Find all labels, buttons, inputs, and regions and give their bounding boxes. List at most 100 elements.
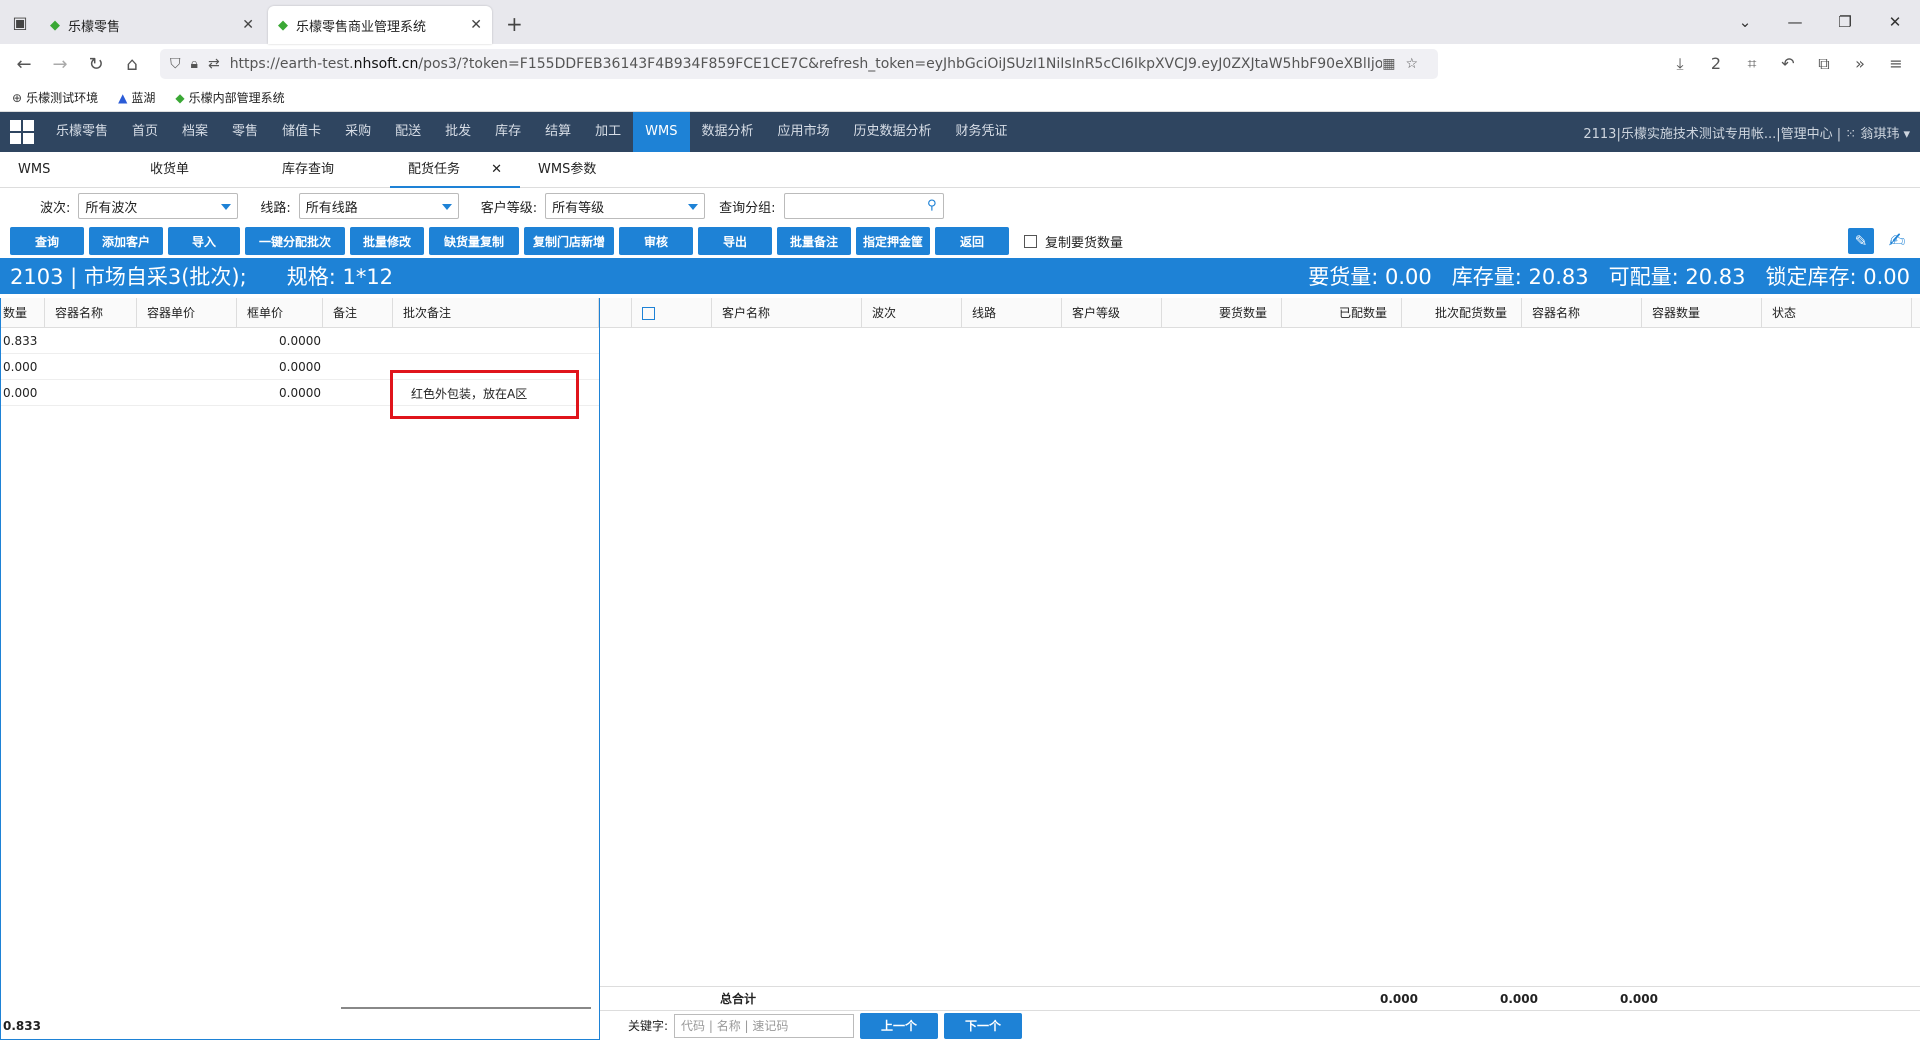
nav-menu-item[interactable]: WMS bbox=[633, 112, 690, 152]
extension-badge-icon[interactable]: 2 bbox=[1698, 54, 1734, 74]
nav-menu-item[interactable]: 历史数据分析 bbox=[842, 112, 944, 152]
column-header[interactable]: 要货数量 bbox=[1162, 298, 1282, 327]
nav-menu-item[interactable]: 加工 bbox=[583, 112, 633, 152]
column-header[interactable]: 已配数量 bbox=[1282, 298, 1402, 327]
edit-icon[interactable]: ✎ bbox=[1848, 228, 1874, 254]
tab-manager-icon[interactable]: ▣ bbox=[0, 0, 40, 44]
copy-demand-checkbox[interactable]: 复制要货数量 bbox=[1024, 232, 1123, 251]
back-icon[interactable]: ← bbox=[6, 54, 42, 75]
nav-menu-item[interactable]: 配送 bbox=[383, 112, 433, 152]
nav-menu-item[interactable]: 库存 bbox=[483, 112, 533, 152]
extensions-icon[interactable]: ⧉ bbox=[1806, 54, 1842, 74]
column-header[interactable]: 批次备注 bbox=[393, 298, 599, 327]
select-all-checkbox[interactable] bbox=[632, 298, 712, 327]
customer-level-select[interactable]: 所有等级 bbox=[545, 193, 706, 219]
search-icon[interactable]: ⚲ bbox=[927, 198, 937, 213]
action-button[interactable]: 指定押金筐 bbox=[856, 227, 930, 255]
tab-receipt[interactable]: 收货单 bbox=[100, 152, 260, 188]
edit-note-icon[interactable]: ✍ bbox=[1884, 228, 1910, 254]
url-text: https://earth-test.nhsoft.cn/pos3/?token… bbox=[229, 56, 1383, 72]
tab-wms-params[interactable]: WMS参数 bbox=[520, 152, 650, 188]
bookmark-item[interactable]: ◆ 乐檬内部管理系统 bbox=[175, 89, 284, 106]
forward-icon[interactable]: → bbox=[42, 54, 78, 75]
tab-title: 乐檬零售商业管理系统 bbox=[296, 19, 427, 35]
column-header[interactable]: 客户等级 bbox=[1062, 298, 1162, 327]
prev-button[interactable]: 上一个 bbox=[860, 1012, 939, 1039]
query-group-input[interactable]: ⚲ bbox=[783, 193, 944, 219]
more-tools-icon[interactable]: » bbox=[1842, 54, 1878, 74]
home-icon[interactable]: ⌂ bbox=[114, 54, 150, 75]
browser-tab-1[interactable]: ◆ 乐檬零售 ✕ bbox=[40, 6, 264, 44]
close-tab-icon[interactable]: ✕ bbox=[470, 17, 482, 33]
nav-menu-item[interactable]: 采购 bbox=[333, 112, 383, 152]
column-header[interactable]: 数量 bbox=[1, 298, 45, 327]
close-window-icon[interactable]: ✕ bbox=[1870, 13, 1920, 31]
nav-menu-item[interactable]: 零售 bbox=[220, 112, 270, 152]
column-header[interactable]: 波次 bbox=[862, 298, 962, 327]
tab-allocation-task[interactable]: 配货任务 ✕ bbox=[390, 152, 520, 188]
table-row[interactable]: 0.833 0.0000 bbox=[1, 328, 599, 354]
restore-icon[interactable]: ❐ bbox=[1820, 13, 1870, 31]
app-grid-icon[interactable] bbox=[0, 112, 44, 152]
horizontal-scrollbar[interactable] bbox=[341, 1007, 591, 1009]
reload-icon[interactable]: ↻ bbox=[78, 54, 114, 75]
download-icon[interactable]: ⤓ bbox=[1662, 54, 1698, 74]
wave-select[interactable]: 所有波次 bbox=[78, 193, 239, 219]
action-button[interactable]: 一键分配批次 bbox=[245, 227, 345, 255]
nav-menu-item[interactable]: 结算 bbox=[533, 112, 583, 152]
apps-icon[interactable]: ⁙ bbox=[1845, 127, 1856, 142]
column-header[interactable]: 容器名称 bbox=[45, 298, 137, 327]
nav-menu-item[interactable]: 财务凭证 bbox=[944, 112, 1020, 152]
column-header[interactable]: 线路 bbox=[962, 298, 1062, 327]
action-button[interactable]: 导出 bbox=[698, 227, 772, 255]
new-tab-icon[interactable]: + bbox=[506, 12, 523, 36]
browser-tab-2[interactable]: ◆ 乐檬零售商业管理系统 ✕ bbox=[268, 6, 492, 44]
bookmark-item[interactable]: ▲ 蓝湖 bbox=[118, 89, 155, 106]
checkbox[interactable] bbox=[1024, 234, 1037, 248]
nav-menu-item[interactable]: 应用市场 bbox=[766, 112, 842, 152]
column-header[interactable]: 客户名称 bbox=[712, 298, 862, 327]
action-button[interactable]: 审核 bbox=[619, 227, 693, 255]
nav-menu-item[interactable]: 数据分析 bbox=[690, 112, 766, 152]
column-header[interactable]: 批次配货数量 bbox=[1402, 298, 1522, 327]
action-button[interactable]: 导入 bbox=[168, 227, 240, 255]
tab-inventory-query[interactable]: 库存查询 bbox=[260, 152, 390, 188]
checkbox-icon[interactable] bbox=[642, 307, 655, 320]
action-button[interactable]: 添加客户 bbox=[89, 227, 163, 255]
column-header[interactable]: 框单价 bbox=[237, 298, 323, 327]
action-button[interactable]: 查询 bbox=[10, 227, 84, 255]
column-header[interactable]: 容器名称 bbox=[1522, 298, 1642, 327]
action-button[interactable]: 复制门店新增 bbox=[524, 227, 614, 255]
keyword-input[interactable]: 代码 | 名称 | 速记码 bbox=[674, 1013, 855, 1038]
chevron-down-icon[interactable]: ▾ bbox=[1903, 127, 1910, 142]
nav-menu-item[interactable]: 档案 bbox=[170, 112, 220, 152]
nav-menu-item[interactable]: 批发 bbox=[433, 112, 483, 152]
tab-wms[interactable]: WMS bbox=[0, 152, 100, 188]
address-bar[interactable]: ⛉ 🔒︎ ⇄ https://earth-test.nhsoft.cn/pos3… bbox=[160, 49, 1438, 79]
account-info[interactable]: 2113|乐檬实施技术测试专用帐...|管理中心 | ⁙ 翁琪玮 ▾ bbox=[1583, 123, 1920, 142]
nav-menu-item[interactable]: 储值卡 bbox=[270, 112, 333, 152]
qr-code-icon[interactable]: ▦ bbox=[1382, 56, 1395, 72]
minimize-icon[interactable]: — bbox=[1770, 13, 1820, 31]
action-button[interactable]: 缺货量复制 bbox=[429, 227, 519, 255]
action-button[interactable]: 批量备注 bbox=[777, 227, 851, 255]
tab-list-icon[interactable]: ⌄ bbox=[1720, 13, 1770, 31]
column-header[interactable]: 状态 bbox=[1762, 298, 1912, 327]
crop-icon[interactable]: ⌗ bbox=[1734, 54, 1770, 74]
route-select[interactable]: 所有线路 bbox=[298, 193, 459, 219]
column-header[interactable]: 备注 bbox=[1912, 298, 1920, 327]
action-button[interactable]: 批量修改 bbox=[350, 227, 424, 255]
star-icon[interactable]: ☆ bbox=[1405, 56, 1418, 72]
action-button[interactable]: 返回 bbox=[935, 227, 1009, 255]
close-icon[interactable]: ✕ bbox=[491, 152, 502, 188]
nav-menu-item[interactable]: 首页 bbox=[120, 112, 170, 152]
nav-menu-item[interactable]: 乐檬零售 bbox=[44, 112, 120, 152]
column-header[interactable]: 备注 bbox=[323, 298, 393, 327]
menu-icon[interactable]: ≡ bbox=[1878, 54, 1914, 74]
bookmark-item[interactable]: ⊕ 乐檬测试环境 bbox=[12, 89, 98, 106]
undo-icon[interactable]: ↶ bbox=[1770, 54, 1806, 74]
column-header[interactable]: 容器单价 bbox=[137, 298, 237, 327]
column-header[interactable]: 容器数量 bbox=[1642, 298, 1762, 327]
close-tab-icon[interactable]: ✕ bbox=[242, 17, 254, 33]
next-button[interactable]: 下一个 bbox=[944, 1012, 1023, 1039]
